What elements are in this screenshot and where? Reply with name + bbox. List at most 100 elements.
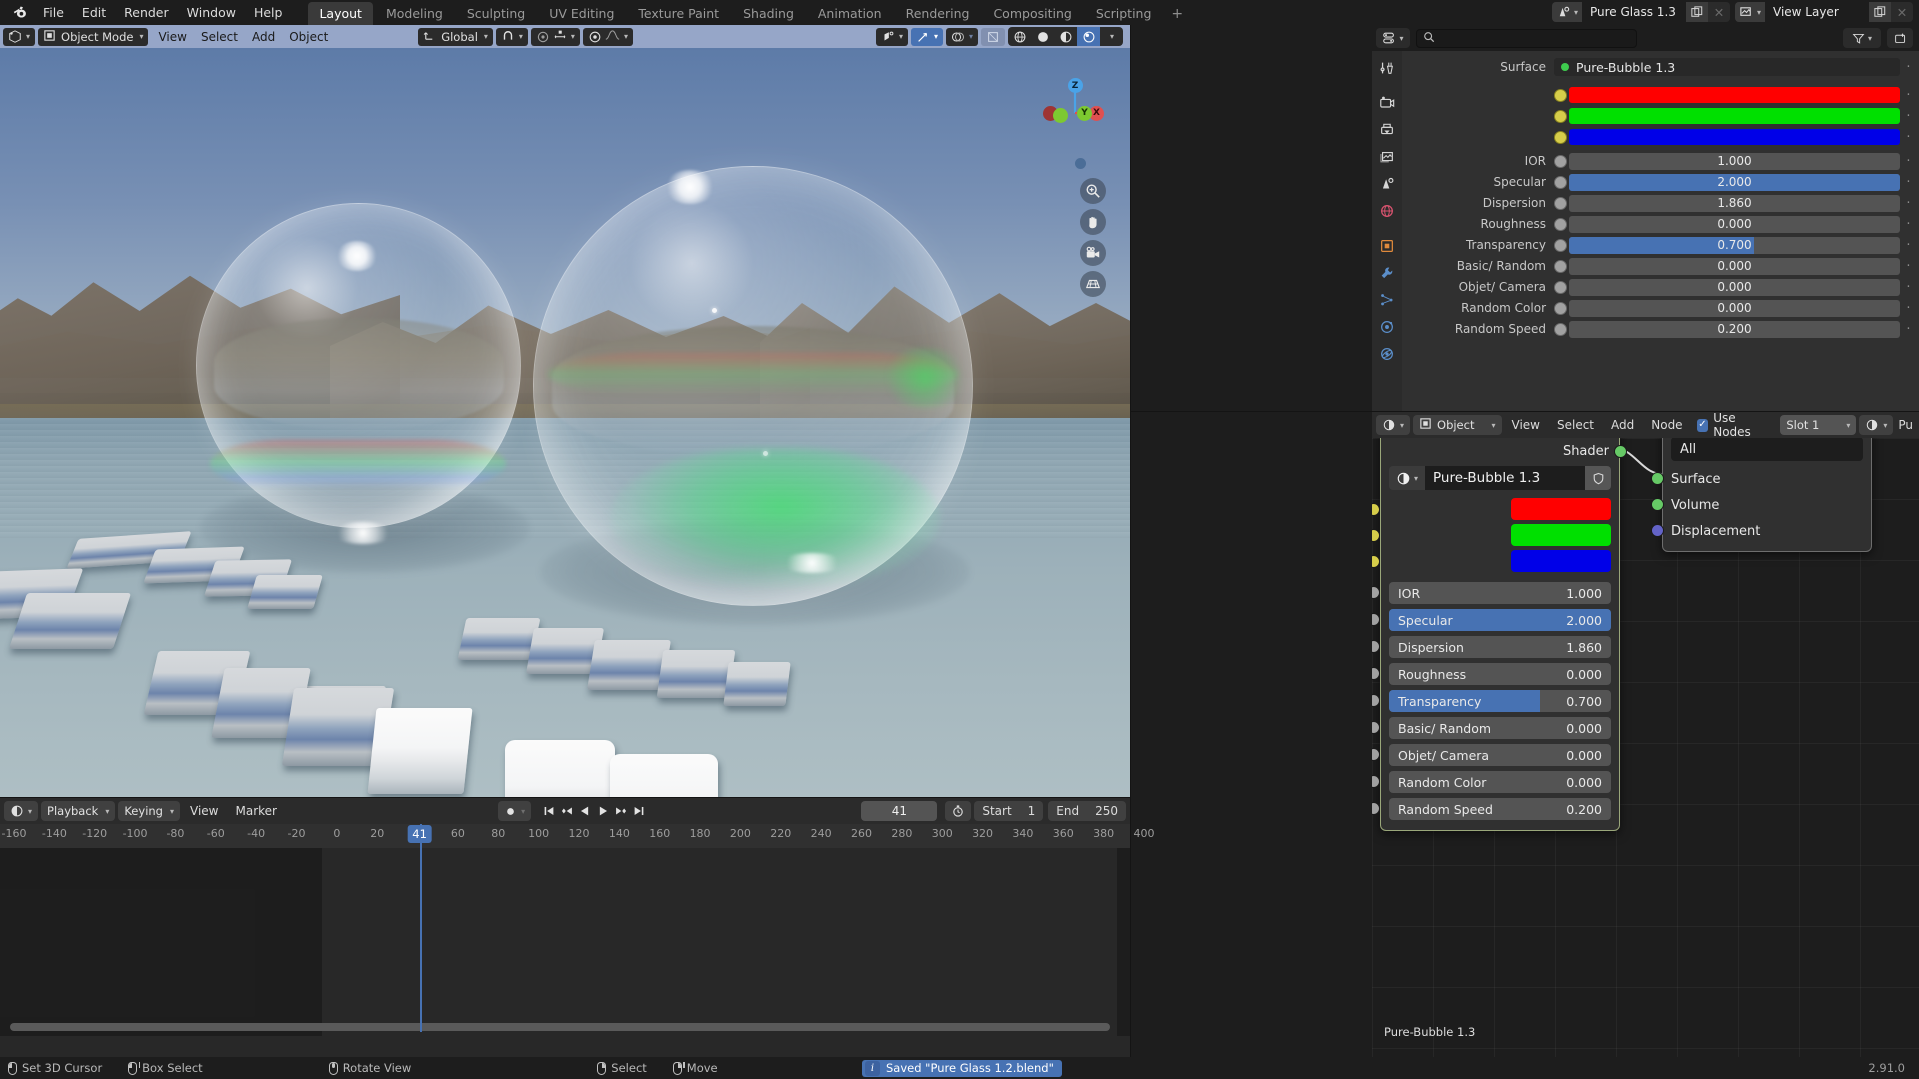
duplicate-icon[interactable]	[1686, 2, 1708, 22]
input-socket-basic-random[interactable]	[1372, 721, 1380, 734]
input-socket-icon[interactable]	[1554, 238, 1567, 252]
input-socket-blue[interactable]	[1372, 555, 1380, 568]
material-output-target-field[interactable]: All	[1671, 438, 1863, 461]
shading-material-icon[interactable]	[1054, 27, 1077, 46]
animate-dot[interactable]: ·	[1904, 130, 1913, 145]
viewport-menu-add[interactable]: Add	[245, 28, 282, 46]
properties-tab-constraints[interactable]	[1374, 341, 1400, 367]
timeline-playhead[interactable]	[419, 824, 422, 1032]
menu-help[interactable]: Help	[245, 2, 292, 23]
timeline-menu-view[interactable]: View	[183, 804, 225, 818]
node-material-output[interactable]: ▼ Material Output ‹ All Surface Volume	[1651, 438, 1872, 552]
workspace-tab-rendering[interactable]: Rendering	[895, 2, 981, 25]
current-frame-field[interactable]: 41	[861, 801, 938, 821]
proportional-edit-toggle[interactable]: ▾	[530, 27, 580, 46]
camera-view-icon[interactable]	[1080, 240, 1106, 266]
menu-edit[interactable]: Edit	[73, 2, 115, 23]
overlays-icon[interactable]: ▾	[945, 27, 978, 46]
shader-menu-node[interactable]: Node	[1644, 418, 1689, 432]
visibility-icon[interactable]: ▾	[875, 27, 908, 46]
node-slider-dispersion[interactable]: Dispersion 1.860	[1389, 636, 1611, 658]
animate-dot[interactable]: ·	[1904, 60, 1913, 75]
use-nodes-checkbox[interactable]: ✓ Use Nodes	[1693, 411, 1775, 439]
node-group-pure-bubble[interactable]: ▼ Pure-Bubble 1.3 Shader ▾	[1372, 438, 1627, 831]
editor-type-timeline-icon[interactable]: ▾	[4, 801, 39, 821]
node-green-color-swatch[interactable]	[1511, 524, 1611, 546]
blender-logo-icon[interactable]	[6, 0, 34, 25]
gizmo-axis-z-positive[interactable]: Z	[1067, 78, 1083, 93]
timeline-menu-marker[interactable]: Marker	[228, 804, 283, 818]
gizmo-axis-y-positive[interactable]: Y	[1077, 105, 1092, 121]
node-red-color-swatch[interactable]	[1511, 498, 1611, 520]
animate-dot[interactable]: ·	[1904, 322, 1913, 337]
input-socket-icon[interactable]	[1554, 259, 1567, 273]
play-icon[interactable]	[594, 801, 611, 821]
close-icon[interactable]: ✕	[1891, 2, 1913, 22]
timeline-body[interactable]	[0, 848, 1130, 1036]
material-id-browser[interactable]: ▾	[1859, 415, 1894, 435]
view-layer-icon[interactable]: ▾	[1735, 2, 1765, 22]
property-slider-roughness[interactable]: 0.000	[1569, 215, 1900, 233]
input-socket-green[interactable]	[1372, 529, 1380, 542]
input-socket-roughness[interactable]	[1372, 667, 1380, 680]
properties-tab-tool[interactable]	[1374, 55, 1400, 81]
view-layer-name[interactable]: View Layer	[1765, 2, 1869, 22]
material-name-field[interactable]: Pu	[1896, 418, 1915, 432]
add-workspace-button[interactable]: +	[1163, 3, 1191, 25]
input-socket-icon[interactable]	[1554, 88, 1567, 102]
duplicate-icon[interactable]	[1869, 2, 1891, 22]
input-socket-red[interactable]	[1372, 503, 1380, 516]
animate-dot[interactable]: ·	[1904, 280, 1913, 295]
animate-dot[interactable]: ·	[1904, 217, 1913, 232]
input-socket-ior[interactable]	[1372, 586, 1380, 599]
property-slider-dispersion[interactable]: 1.860	[1569, 194, 1900, 212]
material-sphere-icon[interactable]: ▾	[1389, 466, 1425, 490]
gizmo-icon[interactable]: ▾	[910, 27, 943, 46]
timeline-ruler[interactable]: -160-140-120-100-80-60-40-20020406080100…	[0, 824, 1155, 848]
zoom-icon[interactable]	[1080, 178, 1106, 204]
workspace-tab-modeling[interactable]: Modeling	[375, 2, 454, 25]
snap-icon[interactable]: ▾	[495, 27, 528, 46]
node-canvas[interactable]: ▼ Pure-Bubble 1.3 Shader ▾	[1372, 438, 1919, 1057]
proportional-falloff-selector[interactable]: ▾	[582, 27, 633, 46]
keying-menu[interactable]: Keying ▾	[118, 801, 180, 821]
pan-hand-icon[interactable]	[1080, 209, 1106, 235]
scene-icon[interactable]: ▾	[1552, 2, 1582, 22]
gizmo-axis-y-negative[interactable]	[1053, 108, 1068, 123]
input-socket-icon[interactable]	[1554, 301, 1567, 315]
input-socket-specular[interactable]	[1372, 613, 1380, 626]
shading-solid-icon[interactable]	[1031, 27, 1054, 46]
animate-dot[interactable]: ·	[1904, 238, 1913, 253]
shading-wireframe-icon[interactable]	[1008, 27, 1031, 46]
editor-type-properties-icon[interactable]: ▾	[1376, 28, 1410, 48]
properties-tab-output[interactable]	[1374, 117, 1400, 143]
input-socket-icon[interactable]	[1554, 109, 1567, 123]
workspace-tab-sculpting[interactable]: Sculpting	[456, 2, 536, 25]
previous-keyframe-icon[interactable]	[558, 801, 575, 821]
menu-render[interactable]: Render	[115, 2, 178, 23]
properties-tab-object[interactable]	[1374, 233, 1400, 259]
animate-dot[interactable]: ·	[1904, 259, 1913, 274]
properties-tab-particles[interactable]	[1374, 287, 1400, 313]
stopwatch-icon[interactable]	[945, 801, 972, 821]
input-socket-icon[interactable]	[1554, 154, 1567, 168]
play-reverse-icon[interactable]	[576, 801, 593, 821]
next-keyframe-icon[interactable]	[612, 801, 629, 821]
workspace-tab-scripting[interactable]: Scripting	[1085, 2, 1163, 25]
input-socket-icon[interactable]	[1554, 280, 1567, 294]
workspace-tab-texture-paint[interactable]: Texture Paint	[627, 2, 730, 25]
input-socket-icon[interactable]	[1554, 130, 1567, 144]
properties-tab-physics[interactable]	[1374, 314, 1400, 340]
shader-menu-select[interactable]: Select	[1550, 418, 1601, 432]
object-mode-selector[interactable]: Object Mode ▾	[38, 27, 149, 46]
playback-menu[interactable]: Playback ▾	[41, 801, 116, 821]
input-socket-random-speed[interactable]	[1372, 802, 1380, 815]
animate-dot[interactable]: ·	[1904, 301, 1913, 316]
timeline-horizontal-scrollbar[interactable]	[10, 1023, 1110, 1031]
viewport-menu-select[interactable]: Select	[194, 28, 245, 46]
xray-icon[interactable]	[981, 27, 1005, 46]
viewport-menu-view[interactable]: View	[151, 28, 193, 46]
fake-user-shield-icon[interactable]	[1585, 466, 1611, 490]
workspace-tab-compositing[interactable]: Compositing	[982, 2, 1082, 25]
node-slider-roughness[interactable]: Roughness 0.000	[1389, 663, 1611, 685]
